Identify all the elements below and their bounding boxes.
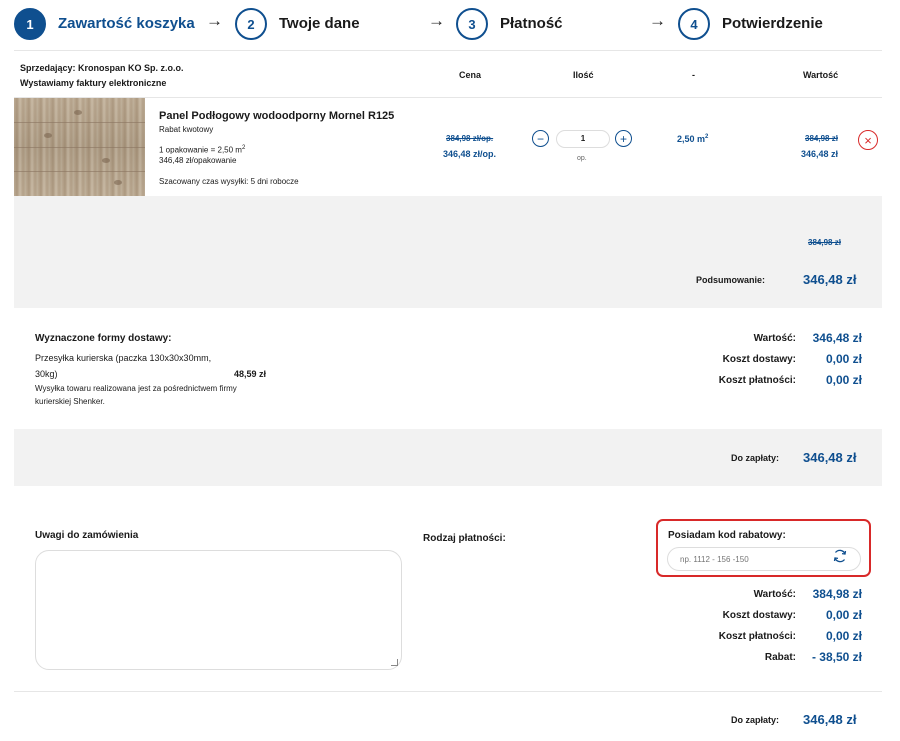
delivery-note-cont: kurierskiej Shenker. [35,397,105,406]
coupon-label: Posiadam kod rabatowy: [668,530,786,541]
totals-shipping: 0,00 zł [825,352,862,366]
step-3-number[interactable]: 3 [456,8,488,40]
totals2-payment: 0,00 zł [825,629,862,643]
totals2-value: 384,98 zł [812,587,862,601]
column-price-header: Cena [459,70,482,80]
divider [14,691,882,692]
pack-size: 1 opakowanie = 2,50 m2 [159,145,246,155]
remove-item-button[interactable]: × [858,130,878,150]
qty-unit: op. [577,155,587,162]
delivery-price: 48,59 zł [234,369,267,379]
pack-price: 346,48 zł/opakowanie [159,156,237,165]
old-line-value: 384,98 zł [805,134,838,143]
totals-shipping-label: Koszt dostawy: [722,354,796,365]
delivery-note: Wysyłka towaru realizowana jest za pośre… [35,384,237,393]
totals2-discount: - 38,50 zł [811,650,862,664]
step-4-label[interactable]: Potwierdzenie [722,15,823,32]
totals2-payment-label: Koszt płatności: [718,631,796,642]
pay2-label: Do zapłaty: [731,715,780,725]
resize-handle-icon[interactable] [391,659,398,666]
column-qty-header: Ilość [573,70,594,80]
summary-label: Podsumowanie: [696,275,766,285]
totals2-value-label: Wartość: [753,589,796,600]
line-value: 346,48 zł [801,149,839,159]
totals2-shipping-label: Koszt dostawy: [722,610,796,621]
shipping-time: Szacowany czas wysyłki: 5 dni robocze [159,177,299,186]
delivery-method[interactable]: Przesyłka kurierska (paczka 130x30x30mm, [35,353,211,363]
totals2-shipping: 0,00 zł [825,608,862,622]
step-2-number[interactable]: 2 [235,8,267,40]
step-1-number[interactable]: 1 [14,8,46,40]
summary-total: 346,48 zł [803,272,857,287]
product-image[interactable] [14,98,145,196]
arrow-right-icon: → [428,11,445,30]
pay-total: 346,48 zł [803,450,857,465]
decrease-qty-button[interactable]: − [532,130,549,147]
summary-panel [14,196,882,308]
pay-label: Do zapłaty: [731,453,780,463]
step-2-label[interactable]: Twoje dane [279,15,360,32]
area-value: 2,50 m2 [677,134,709,144]
arrow-right-icon: → [649,11,666,30]
unit-price: 346,48 zł/op. [443,149,497,159]
pay2-total: 346,48 zł [803,712,857,727]
column-value-header: Wartość [803,70,839,80]
seller-name: Sprzedający: Kronospan KO Sp. z.o.o. [20,63,184,73]
totals-payment-label: Koszt płatności: [718,375,796,386]
column-dash-header: - [692,70,695,80]
product-name[interactable]: Panel Podłogowy wodoodporny Mornel R125 [159,110,394,122]
payment-method-label: Rodzaj płatności: [423,533,506,544]
quantity-input[interactable]: 1 [556,130,610,148]
totals-value: 346,48 zł [812,331,862,345]
totals-value-label: Wartość: [753,333,796,344]
delivery-method-cont: 30kg) [35,369,58,379]
divider [14,50,882,51]
increase-qty-button[interactable]: + [615,130,632,147]
notes-textarea[interactable] [35,550,402,670]
discount-badge: Rabat kwotowy [159,125,214,134]
summary-old-total: 384,98 zł [808,238,841,247]
old-unit-price: 384,98 zł/op. [446,134,494,143]
step-1-label[interactable]: Zawartość koszyka [58,15,195,32]
delivery-title: Wyznaczone formy dostawy: [35,333,172,344]
invoice-info: Wystawiamy faktury elektroniczne [20,78,167,88]
step-3-label[interactable]: Płatność [500,15,563,32]
totals-payment: 0,00 zł [825,373,862,387]
step-4-number[interactable]: 4 [678,8,710,40]
arrow-right-icon: → [206,11,223,30]
notes-label: Uwagi do zamówienia [35,530,139,541]
refresh-icon[interactable] [832,548,848,564]
